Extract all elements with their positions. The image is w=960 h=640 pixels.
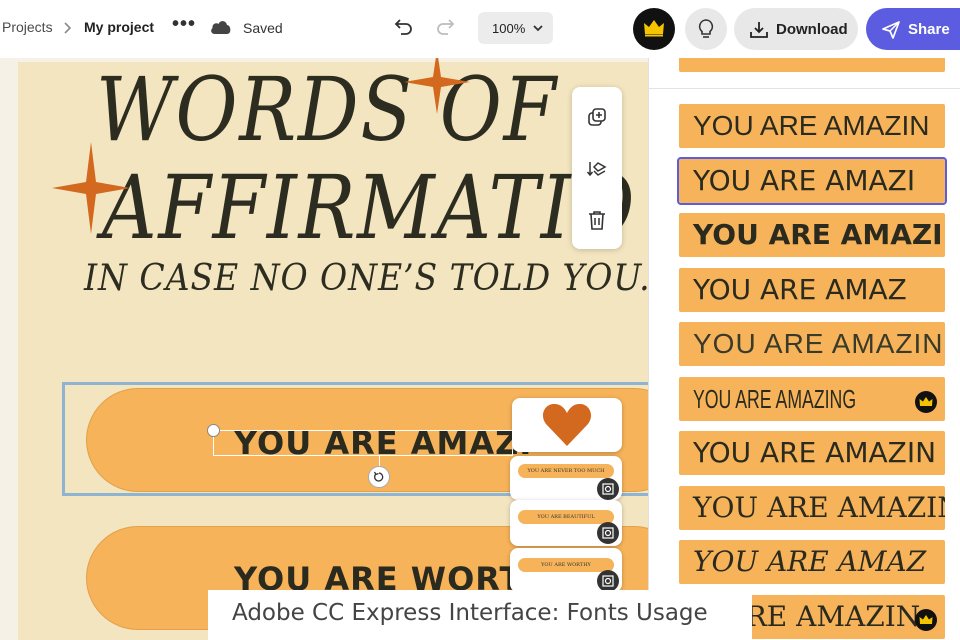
heart-thumbnail[interactable] [512, 398, 622, 452]
font-option-label: YOU ARE AMAZIN [693, 490, 945, 524]
page-thumbnail[interactable]: YOU ARE NEVER TOO MUCH [510, 456, 622, 500]
premium-badge [915, 390, 937, 413]
text-selection-frame [213, 430, 513, 456]
crown-icon [919, 396, 933, 406]
star-decoration-icon[interactable] [52, 142, 130, 234]
font-option-label: YOU ARE AMAZ [693, 545, 927, 578]
share-button[interactable]: Share [866, 8, 960, 50]
share-label: Share [908, 21, 950, 38]
poster-title-line1[interactable]: WORDS OF [96, 62, 558, 158]
font-option-label: YOU ARE AMAZIN [693, 328, 944, 359]
thumbnail-text: YOU ARE WORTHY [518, 558, 614, 572]
poster-subtitle[interactable]: IN CASE NO ONE’S TOLD YOU... [84, 258, 648, 299]
redo-icon[interactable] [434, 16, 456, 38]
thumbnail-text: YOU ARE BEAUTIFUL [518, 510, 614, 524]
cloud-icon [211, 21, 231, 34]
replace-image-icon [602, 483, 614, 495]
save-status: Saved [243, 20, 283, 36]
font-option-label: YOU ARE AMAZIN [693, 218, 945, 251]
rotate-icon [373, 471, 384, 482]
breadcrumb-current[interactable]: My project [84, 19, 154, 35]
trash-icon[interactable] [586, 209, 608, 231]
replace-image-icon [602, 575, 614, 587]
font-option[interactable]: YOU ARE AMAZIN [679, 213, 945, 257]
font-option[interactable]: YOU ARE AMAZ [679, 267, 945, 312]
undo-icon[interactable] [393, 16, 415, 38]
download-label: Download [776, 21, 848, 38]
panel-divider [649, 88, 960, 89]
arrange-layers-icon[interactable] [586, 159, 608, 181]
caption-overlay: Adobe CC Express Interface: Fonts Usage [208, 590, 752, 640]
thumbnail-text: YOU ARE NEVER TOO MUCH [518, 464, 614, 478]
lightbulb-icon [698, 19, 714, 38]
font-option-label: YOU ARE AMAZING [693, 383, 857, 414]
rotate-handle[interactable] [368, 466, 390, 488]
caption-text: Adobe CC Express Interface: Fonts Usage [232, 600, 708, 626]
breadcrumb-projects[interactable]: Projects [2, 19, 53, 35]
chevron-down-icon [533, 25, 543, 32]
duplicate-icon[interactable] [586, 107, 608, 129]
more-options-button[interactable]: ••• [172, 14, 196, 34]
top-bar: Projects My project ••• Saved 100% Downl… [0, 0, 960, 58]
font-option-partial[interactable] [679, 58, 945, 72]
font-option[interactable]: YOU ARE AMAZIN [679, 431, 945, 475]
font-option[interactable]: YOU ARE AMAZING [679, 376, 945, 421]
send-icon [882, 21, 900, 39]
font-option-label: YOU ARE AMAZIN [693, 110, 930, 141]
thumbnail-badge[interactable] [597, 522, 619, 544]
font-option[interactable]: YOU ARE AMAZIN [679, 104, 945, 148]
replace-image-icon [602, 527, 614, 539]
font-option-label: YOU ARE AMAZI [693, 163, 916, 197]
font-option-label: YOU ARE AMAZ [693, 272, 907, 306]
page-thumbnail[interactable]: YOU ARE WORTHY [510, 548, 622, 592]
thumbnail-badge[interactable] [597, 478, 619, 500]
floating-toolbar [572, 87, 622, 249]
premium-badge [915, 608, 937, 631]
font-option-selected[interactable]: YOU ARE AMAZI [677, 156, 947, 205]
crown-icon [644, 20, 664, 37]
font-option[interactable]: YOU ARE AMAZ [679, 540, 945, 584]
font-panel: YOU ARE AMAZIN YOU ARE AMAZI YOU ARE AMAZI… [648, 58, 960, 640]
resize-handle[interactable] [207, 424, 220, 437]
font-option[interactable]: YOU ARE AMAZIN [679, 322, 945, 366]
font-option[interactable]: YOU ARE AMAZIN [679, 485, 945, 530]
download-button[interactable]: Download [734, 8, 858, 50]
page-thumbnail[interactable]: YOU ARE BEAUTIFUL [510, 500, 622, 546]
chevron-right-icon [64, 22, 72, 34]
rotate-connector [379, 456, 380, 466]
star-decoration-icon[interactable] [404, 58, 470, 114]
font-option-label: YOU ARE AMAZIN [693, 436, 937, 469]
ideas-button[interactable] [685, 8, 727, 50]
heart-icon [542, 403, 592, 446]
thumbnail-badge[interactable] [597, 570, 619, 592]
crown-icon [919, 614, 933, 624]
canvas-area: WORDS OF AFFIRMATIO IN CASE NO ONE’S TOL… [0, 58, 648, 640]
download-icon [750, 22, 768, 38]
premium-button[interactable] [633, 8, 675, 50]
zoom-value: 100% [492, 21, 526, 36]
poster-title-line2[interactable]: AFFIRMATIO [102, 160, 636, 256]
zoom-dropdown[interactable]: 100% [478, 12, 553, 44]
